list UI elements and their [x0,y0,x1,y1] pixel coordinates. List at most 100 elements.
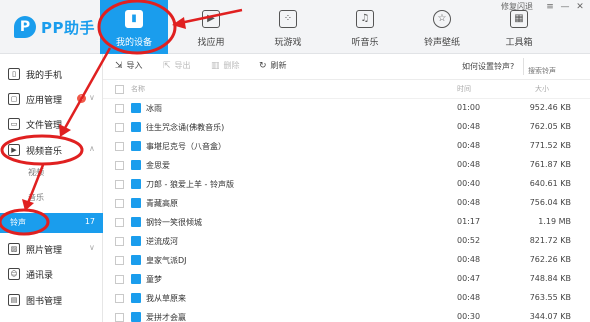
delete-button[interactable]: ▥ 删除 [211,60,240,71]
ringtone-duration: 00:48 [457,198,481,207]
row-checkbox[interactable] [115,142,124,151]
row-checkbox[interactable] [115,218,124,227]
table-row[interactable]: 事堪尼克号（八音盒） 00:48 771.52 KB [103,137,590,156]
search-input[interactable] [524,63,584,79]
table-row[interactable]: 爱拼才会赢 00:30 344.07 KB [103,308,590,322]
table-row[interactable]: 钢铃一笑很倾城 01:17 1.19 MB [103,213,590,232]
contacts-icon: ☺ [8,268,20,280]
tab-label: 铃声壁纸 [423,38,460,48]
tab-label: 听音乐 [351,38,379,48]
import-button[interactable]: ⇲ 导入 [115,60,143,71]
tab-ringtones-wallpapers[interactable]: ☆ 铃声壁纸 [408,0,476,54]
audio-file-icon [131,122,141,132]
close-icon[interactable]: ✕ [574,2,586,12]
audio-file-icon [131,312,141,322]
column-header-name[interactable]: 名称 [131,84,145,94]
refresh-label: 刷新 [270,61,287,70]
export-icon: ⇱ [163,60,171,71]
ringtone-duration: 00:48 [457,255,481,264]
table-row[interactable]: 往生咒念诵(佛教音乐) 00:48 762.05 KB [103,118,590,137]
chevron-down-icon[interactable]: ∨ [89,243,95,252]
row-checkbox[interactable] [115,237,124,246]
audio-file-icon [131,179,141,189]
table-row[interactable]: 我从草原来 00:48 763.55 KB [103,289,590,308]
select-all-checkbox[interactable] [115,85,124,94]
tab-my-device[interactable]: ▮ 我的设备 [100,0,168,54]
ringtone-name: 童梦 [146,275,162,284]
sidebar-item-video-music[interactable]: ▶ 视频音乐 ∧ [0,138,103,162]
row-checkbox[interactable] [115,161,124,170]
ringtone-size: 1.19 MB [538,217,571,226]
sidebar-item-label: 图书管理 [26,296,63,307]
row-checkbox[interactable] [115,180,124,189]
ringtone-name: 事堪尼克号（八音盒） [146,142,226,151]
row-checkbox[interactable] [115,104,124,113]
menu-icon[interactable]: ≡ [544,2,556,12]
refresh-button[interactable]: ↻ 刷新 [259,60,287,71]
ringtone-duration: 00:48 [457,293,481,302]
table-row[interactable]: 刀郎 - 狼爱上羊 - 铃声版 00:40 640.61 KB [103,175,590,194]
pp-logo-icon: P [14,16,36,38]
column-header-duration[interactable]: 时间 [457,84,471,94]
ringtone-count: 17 [84,217,95,226]
tab-label: 找应用 [197,38,225,48]
sidebar-item-contacts[interactable]: ☺ 通讯录 [0,262,103,286]
sidebar-subitem-music[interactable]: 音乐 [0,188,103,208]
column-header-size[interactable]: 大小 [535,84,549,94]
gamepad-icon: ⁘ [279,10,297,28]
export-button[interactable]: ⇱ 导出 [163,60,191,71]
minimize-icon[interactable]: — [559,2,571,12]
app-title: PP助手 [41,18,95,37]
ringtone-help-link[interactable]: 如何设置铃声? [462,61,514,72]
table-row[interactable]: 冰雨 01:00 952.46 KB [103,99,590,118]
row-checkbox[interactable] [115,294,124,303]
table-row[interactable]: 青藏高原 00:48 756.04 KB [103,194,590,213]
top-header: P PP助手 ▮ 我的设备 ▶ 找应用 ⁘ 玩游戏 ♫ 听音乐 ☆ 铃声壁纸 ▦… [0,0,590,54]
repair-crash-link[interactable]: 修复闪退 [501,1,533,12]
row-checkbox[interactable] [115,123,124,132]
audio-file-icon [131,274,141,284]
tab-find-apps[interactable]: ▶ 找应用 [177,0,245,54]
ringtone-duration: 00:30 [457,312,481,321]
ringtone-duration: 00:40 [457,179,481,188]
ringtone-table: 名称 时间 大小 冰雨 01:00 952.46 KB 往生咒念诵(佛教音乐) 00:4… [103,80,590,322]
sidebar-item-file-management[interactable]: ▭ 文件管理 [0,112,103,136]
audio-file-icon [131,141,141,151]
sidebar: ▯ 我的手机 ▢ 应用管理 1 ∨ ▭ 文件管理 ▶ 视频音乐 ∧ 视频 音乐 … [0,54,103,322]
sidebar-item-photo-management[interactable]: ▨ 照片管理 ∨ [0,237,103,261]
sidebar-item-label: 通讯录 [26,270,54,281]
tab-music[interactable]: ♫ 听音乐 [331,0,399,54]
row-checkbox[interactable] [115,275,124,284]
ringtone-size: 748.84 KB [529,274,571,283]
ringtone-duration: 00:47 [457,274,481,283]
chevron-up-icon[interactable]: ∧ [89,144,95,153]
window-controls: 修复闪退 ≡ — ✕ [501,1,586,12]
chevron-down-icon[interactable]: ∨ [89,93,95,102]
tab-games[interactable]: ⁘ 玩游戏 [254,0,322,54]
row-checkbox[interactable] [115,199,124,208]
tab-label: 玩游戏 [274,38,302,48]
content-toolbar: ⇲ 导入 ⇱ 导出 ▥ 删除 ↻ 刷新 如何设置铃声? [103,54,590,80]
table-row[interactable]: 金思爱 00:48 761.87 KB [103,156,590,175]
table-row[interactable]: 逆流成河 00:52 821.72 KB [103,232,590,251]
ringtone-size: 761.87 KB [529,160,571,169]
import-label: 导入 [126,61,143,70]
sidebar-item-book-management[interactable]: ▤ 图书管理 [0,288,103,312]
table-body: 冰雨 01:00 952.46 KB 往生咒念诵(佛教音乐) 00:48 762.05 K… [103,99,590,322]
app-store-icon: ▶ [202,10,220,28]
table-row[interactable]: 皇家气派DJ 00:48 762.26 KB [103,251,590,270]
table-row[interactable]: 童梦 00:47 748.84 KB [103,270,590,289]
sidebar-subitem-video[interactable]: 视频 [0,163,103,183]
audio-file-icon [131,293,141,303]
sidebar-item-my-phone[interactable]: ▯ 我的手机 [0,62,103,86]
row-checkbox[interactable] [115,256,124,265]
sidebar-item-label: 文件管理 [26,120,63,131]
row-checkbox[interactable] [115,313,124,322]
search-box [523,58,587,79]
sidebar-subitem-ringtones[interactable]: 铃声 17 [0,213,103,233]
phone-icon: ▮ [125,10,143,28]
tab-label: 我的设备 [115,38,152,48]
pp-assistant-window: P PP助手 ▮ 我的设备 ▶ 找应用 ⁘ 玩游戏 ♫ 听音乐 ☆ 铃声壁纸 ▦… [0,0,590,322]
audio-file-icon [131,103,141,113]
sidebar-item-app-management[interactable]: ▢ 应用管理 1 ∨ [0,87,103,111]
